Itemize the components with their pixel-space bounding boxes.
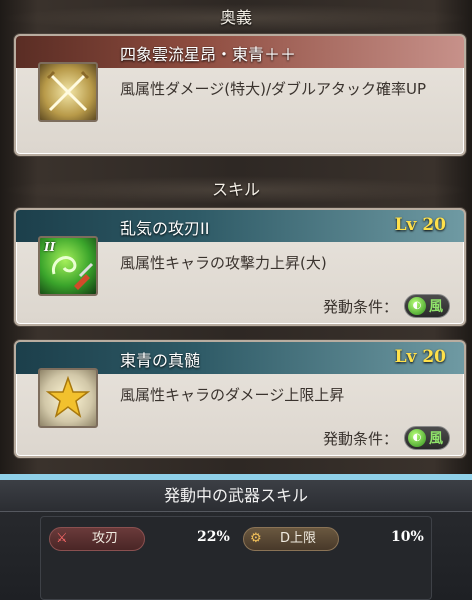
- wind-element-badge: ◐ 風: [404, 294, 450, 318]
- stat-damage-cap: ⚙ D上限: [243, 527, 339, 551]
- gold-star-icon: [38, 368, 98, 428]
- crossed-swords-icon: [38, 62, 98, 122]
- stat-damage-cap-value: 10%: [391, 529, 424, 545]
- stat-attack-label: 攻刃: [92, 531, 119, 546]
- skills-section-header: スキル: [0, 176, 472, 204]
- skill-1-title: 乱気の攻刃II: [120, 219, 210, 238]
- weapon-skill-stats: ⚔ 攻刃 22% ⚙ D上限 10%: [40, 516, 432, 600]
- skill-2-description: 風属性キャラのダメージ上限上昇: [120, 386, 345, 404]
- active-weapon-skills-panel: 発動中の武器スキル ⚔ 攻刃 22% ⚙ D上限 10%: [0, 480, 472, 600]
- stat-attack-value: 22%: [197, 529, 230, 545]
- ougi-title: 四象雲流星昂・東青＋＋: [120, 45, 297, 64]
- stat-attack: ⚔ 攻刃: [49, 527, 145, 551]
- sword-icon: ⚔: [56, 531, 68, 546]
- skill-2-condition-label: 発動条件：: [322, 429, 398, 448]
- skill-2-level: Lv 20: [394, 347, 446, 367]
- skill-2-title: 東青の真髄: [120, 351, 201, 370]
- skill-1-element: 風: [429, 299, 443, 315]
- skill-1-level: Lv 20: [394, 215, 446, 235]
- wind-element-badge: ◐ 風: [404, 426, 450, 450]
- skill-card-2[interactable]: 東青の真髄 Lv 20 風属性キャラのダメージ上限上昇 発動条件： ◐ 風: [14, 340, 466, 458]
- gear-icon: ⚙: [250, 531, 262, 546]
- ougi-section-header: 奥義: [0, 4, 472, 32]
- wind-icon: ◐: [408, 297, 426, 315]
- skill-1-description: 風属性キャラの攻撃力上昇(大): [120, 254, 327, 272]
- skill-2-condition: 発動条件： ◐ 風: [323, 426, 450, 450]
- skill-card-1[interactable]: 乱気の攻刃II Lv 20 II 風属性キャラの攻撃力上昇(大) 発動条件： ◐…: [14, 208, 466, 326]
- active-weapon-skills-title: 発動中の武器スキル: [0, 480, 472, 512]
- ougi-card[interactable]: 四象雲流星昂・東青＋＋ 風属性ダメージ(特大)/ダブルアタック確率UP: [14, 34, 466, 156]
- skill-1-badge: II: [44, 240, 56, 254]
- skill-1-condition: 発動条件： ◐ 風: [323, 294, 450, 318]
- ougi-description: 風属性ダメージ(特大)/ダブルアタック確率UP: [120, 80, 427, 98]
- wind-attack-skill-icon: II: [38, 236, 98, 296]
- skill-2-element: 風: [429, 431, 443, 447]
- wind-icon: ◐: [408, 429, 426, 447]
- stat-damage-cap-label: D上限: [280, 531, 317, 546]
- skill-1-condition-label: 発動条件：: [322, 297, 398, 316]
